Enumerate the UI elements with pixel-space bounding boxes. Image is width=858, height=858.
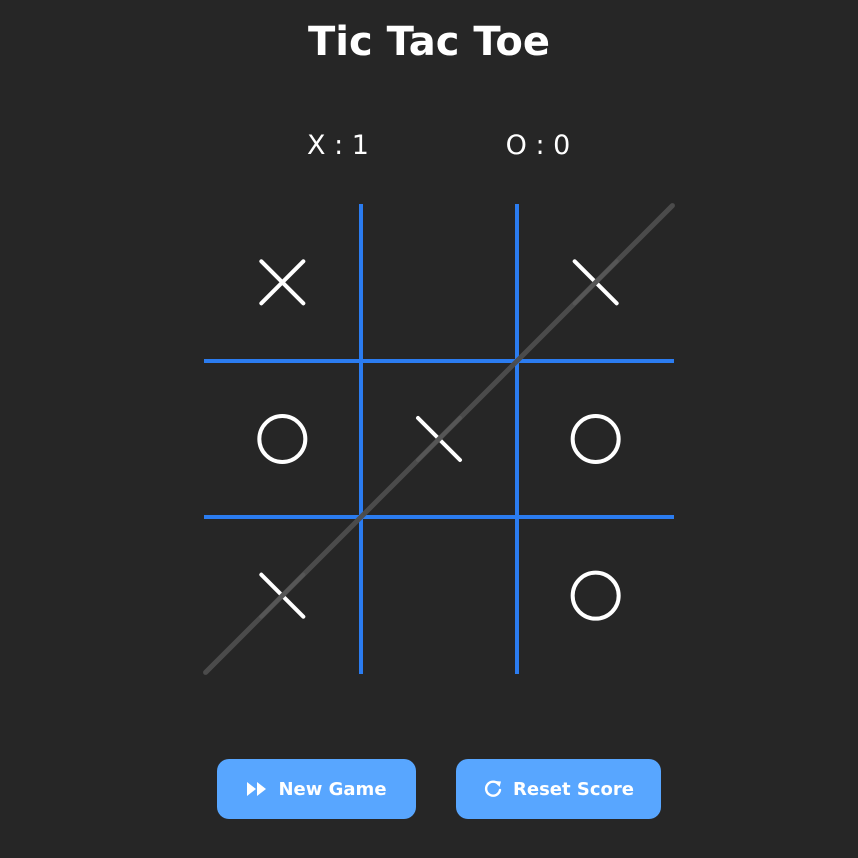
- board-cell[interactable]: [204, 204, 360, 360]
- board-cell[interactable]: [204, 361, 360, 517]
- page-title: Tic Tac Toe: [308, 19, 550, 65]
- board-cell[interactable]: [204, 517, 360, 673]
- page: Tic Tac Toe X : 1 O : 0 New Game Reset S…: [0, 0, 858, 858]
- game-board: [203, 203, 675, 675]
- reset-score-label: Reset Score: [513, 778, 634, 800]
- board-cell[interactable]: [361, 204, 517, 360]
- board-cell[interactable]: [517, 361, 673, 517]
- board-cell[interactable]: [361, 361, 517, 517]
- board-cell[interactable]: [517, 517, 673, 673]
- fast-forward-icon: [246, 781, 268, 797]
- new-game-label: New Game: [278, 778, 387, 800]
- new-game-button[interactable]: New Game: [217, 759, 416, 819]
- score-o: O : 0: [505, 130, 571, 161]
- reset-score-button[interactable]: Reset Score: [456, 759, 661, 819]
- board-cell[interactable]: [517, 204, 673, 360]
- score-x: X : 1: [307, 130, 369, 161]
- refresh-icon: [483, 779, 503, 799]
- board-cell[interactable]: [361, 517, 517, 673]
